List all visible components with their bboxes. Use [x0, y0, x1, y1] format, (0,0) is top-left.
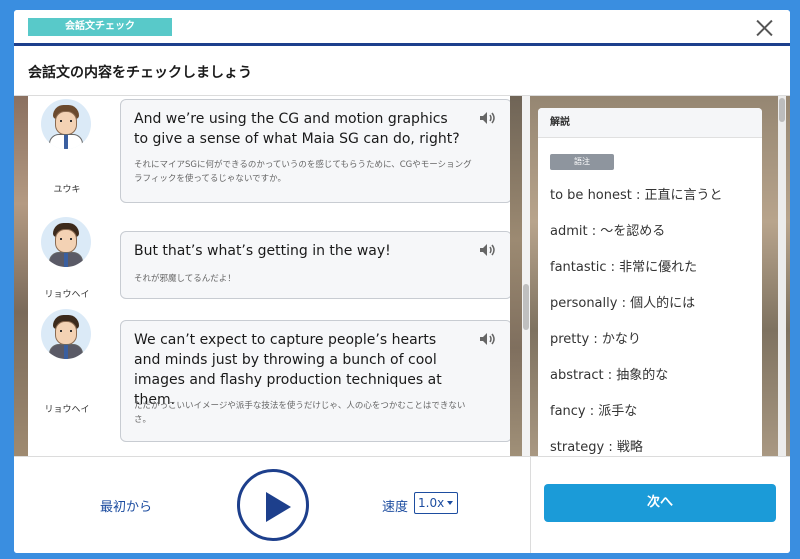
- player-footer: 最初から 速度 1.0x 次へ: [14, 456, 790, 553]
- play-button[interactable]: [237, 469, 309, 541]
- next-button[interactable]: 次へ: [544, 484, 776, 522]
- message-bubble: We can’t expect to capture people’s hear…: [120, 320, 510, 442]
- speed-select[interactable]: 1.0x: [414, 492, 458, 514]
- explanation-panel[interactable]: 解説 語注 to be honest : 正直に言うと admit : 〜を認め…: [538, 108, 762, 456]
- panel-scrollbar[interactable]: [778, 96, 786, 456]
- modal-topbar: 会話文チェック: [14, 10, 790, 46]
- speaker-icon[interactable]: [479, 111, 497, 125]
- conversation-list[interactable]: ユウキ And we’re using the CG and motion gr…: [28, 96, 510, 456]
- play-icon: [266, 492, 291, 522]
- avatar: [41, 309, 91, 359]
- section-tag: 会話文チェック: [28, 18, 172, 36]
- scrollbar-thumb[interactable]: [523, 284, 529, 330]
- speaker-name: リョウヘイ: [44, 290, 90, 300]
- notes-badge: 語注: [550, 154, 614, 170]
- message-bubble: But that’s what’s getting in the way! それ…: [120, 231, 510, 299]
- speed-value: 1.0x: [418, 496, 445, 510]
- speaker-name: リョウヘイ: [44, 405, 90, 415]
- vocab-item: fancy : 派手な: [550, 404, 638, 419]
- japanese-line: それが邪魔してるんだよ！: [134, 274, 236, 284]
- list-item: リョウヘイ But that’s what’s getting in the w…: [28, 214, 510, 304]
- list-item: リョウヘイ We can’t expect to capture people’…: [28, 306, 510, 446]
- conversation-check-modal: 会話文チェック 会話文の内容をチェックしましょう ユウキ And we’re u…: [14, 10, 790, 553]
- japanese-line: それにマイアSGに何ができるのかっていうのを感じてもらうために、CGやモーション…: [134, 160, 472, 184]
- list-item: ユウキ And we’re using the CG and motion gr…: [28, 96, 510, 212]
- content-area: ユウキ And we’re using the CG and motion gr…: [14, 96, 790, 456]
- caret-down-icon: [447, 501, 453, 505]
- panel-title: 解説: [538, 108, 762, 138]
- vocab-item: pretty : かなり: [550, 332, 641, 347]
- avatar: [41, 99, 91, 149]
- japanese-line: ただかっこいいイメージや派手な技法を使うだけじゃ、人の心をつかむことはできないさ…: [134, 401, 466, 425]
- message-bubble: And we’re using the CG and motion graphi…: [120, 99, 510, 203]
- vocab-item: abstract : 抽象的な: [550, 368, 669, 383]
- english-line: And we’re using the CG and motion graphi…: [134, 111, 460, 147]
- speaker-icon[interactable]: [479, 243, 497, 257]
- vocab-item: admit : 〜を認める: [550, 224, 666, 239]
- page-title: 会話文の内容をチェックしましょう: [28, 65, 252, 81]
- english-line: But that’s what’s getting in the way!: [134, 243, 391, 259]
- vocab-item: personally : 個人的には: [550, 296, 696, 311]
- speaker-icon[interactable]: [479, 332, 497, 346]
- vocab-item: to be honest : 正直に言うと: [550, 188, 723, 203]
- conversation-scrollbar[interactable]: [522, 96, 530, 456]
- restart-button[interactable]: 最初から: [100, 496, 152, 515]
- background-image: [14, 96, 28, 456]
- scrollbar-thumb[interactable]: [779, 98, 785, 122]
- divider: [530, 457, 531, 553]
- english-line: We can’t expect to capture people’s hear…: [134, 332, 442, 408]
- close-icon[interactable]: [752, 16, 776, 40]
- vocab-item: fantastic : 非常に優れた: [550, 260, 698, 275]
- avatar: [41, 217, 91, 267]
- speed-label: 速度: [382, 500, 409, 515]
- speaker-name: ユウキ: [53, 185, 81, 195]
- vocab-item: strategy : 戦略: [550, 440, 643, 455]
- background-image: [510, 96, 522, 456]
